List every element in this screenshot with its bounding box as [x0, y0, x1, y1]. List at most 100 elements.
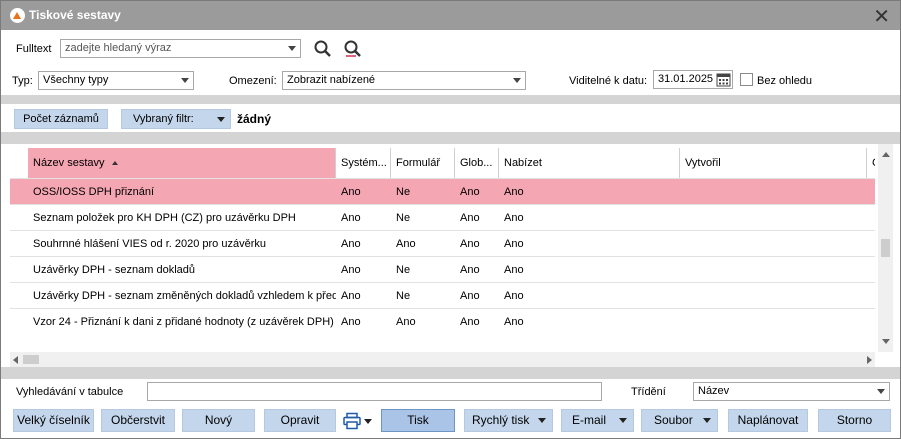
quick-print-button[interactable]: Rychlý tisk [464, 409, 553, 432]
velky-ciselnik-button[interactable]: Velký číselník [13, 409, 94, 432]
table-cell: Ano [504, 290, 524, 302]
table-cell: Ano [504, 238, 524, 250]
record-count-button[interactable]: Počet záznamů [14, 109, 108, 129]
table-cell: Ano [460, 290, 480, 302]
table-cell: Ano [460, 238, 480, 250]
cancel-button[interactable]: Storno [818, 409, 891, 432]
table-cell: Ano [460, 186, 480, 198]
report-window: Tiskové sestavy ✕ Fulltext zadejte hleda… [0, 0, 901, 439]
table-cell: Ano [504, 316, 524, 328]
printer-menu-button[interactable] [343, 411, 373, 431]
table-row[interactable]: Uzávěrky DPH - seznam dokladů Ano Ne Ano Ano [10, 256, 875, 282]
chevron-down-icon[interactable] [703, 418, 711, 423]
table-cell: Ano [460, 316, 480, 328]
table-cell: Ano [504, 212, 524, 224]
typ-value: Všechny typy [43, 74, 109, 86]
scroll-thumb[interactable] [881, 239, 890, 257]
calendar-icon[interactable] [716, 72, 731, 87]
table-cell: Ne [396, 186, 411, 198]
typ-select[interactable]: Všechny typy [38, 71, 194, 90]
table-cell: OSS/IOSS DPH přiznání [33, 186, 155, 198]
scroll-up-icon[interactable] [882, 152, 890, 157]
table-search-input[interactable] [147, 382, 602, 401]
omezeni-select[interactable]: Zobrazit nabízené [282, 71, 526, 90]
chevron-down-icon[interactable] [288, 46, 296, 51]
chevron-down-icon[interactable] [619, 418, 627, 423]
table-row[interactable]: Souhrnné hlášení VIES od r. 2020 pro uzá… [10, 230, 875, 256]
table-row[interactable]: OSS/IOSS DPH přiznání Ano Ne Ano Ano [10, 178, 875, 204]
chevron-down-icon[interactable] [877, 389, 885, 394]
column-header-nabizet[interactable]: Nabízet [499, 148, 680, 178]
table-cell: Souhrnné hlášení VIES od r. 2020 pro uzá… [33, 238, 266, 250]
table-cell: Ano [460, 264, 480, 276]
email-button[interactable]: E-mail [561, 409, 634, 432]
sort-ascending-icon [111, 161, 118, 166]
table-cell: Ano [460, 212, 480, 224]
column-header-system[interactable]: Systém... [336, 148, 391, 178]
table-cell: Ano [396, 316, 416, 328]
edit-button[interactable]: Opravit [264, 409, 336, 432]
fulltext-placeholder: zadejte hledaný výraz [65, 42, 172, 54]
scroll-left-icon[interactable] [13, 356, 18, 364]
table-row[interactable]: Seznam položek pro KH DPH (CZ) pro uzávě… [10, 204, 875, 230]
sort-select[interactable]: Název [693, 382, 890, 401]
bez-ohledu-label: Bez ohledu [757, 75, 813, 87]
scroll-right-icon[interactable] [867, 356, 872, 364]
table-cell: Ano [396, 238, 416, 250]
table-cell: Seznam položek pro KH DPH (CZ) pro uzávě… [33, 212, 296, 224]
table-cell: Ano [341, 212, 361, 224]
table-cell: Ano [504, 264, 524, 276]
table-cell: Ano [504, 186, 524, 198]
table-row[interactable]: Vzor 24 - Přiznání k dani z přidané hodn… [10, 308, 875, 334]
table-cell: Ano [341, 290, 361, 302]
table-cell: Ne [396, 212, 411, 224]
chevron-down-icon[interactable] [364, 419, 372, 424]
omezeni-value: Zobrazit nabízené [287, 74, 376, 86]
table-cell: Vzor 24 - Přiznání k dani z přidané hodn… [33, 316, 334, 328]
column-header-formular[interactable]: Formulář [391, 148, 455, 178]
table-cell: Ano [341, 238, 361, 250]
vertical-scrollbar[interactable] [878, 144, 893, 352]
table-cell: Ne [396, 290, 411, 302]
table-search-label: Vyhledávání v tabulce [16, 386, 124, 398]
app-logo-icon [10, 8, 25, 23]
horizontal-scrollbar[interactable] [10, 352, 875, 367]
table-header: Název sestavy Systém... Formulář Glob...… [10, 148, 875, 178]
separator [1, 132, 900, 144]
chevron-down-icon[interactable] [513, 78, 521, 83]
title-bar: Tiskové sestavy ✕ [1, 1, 900, 30]
column-header-c[interactable]: C [867, 148, 875, 178]
schedule-button[interactable]: Naplánovat [728, 409, 808, 432]
fulltext-input[interactable]: zadejte hledaný výraz [60, 39, 301, 58]
table-cell: Uzávěrky DPH - seznam dokladů [33, 264, 196, 276]
scroll-down-icon[interactable] [882, 339, 890, 344]
fulltext-label: Fulltext [16, 43, 52, 55]
advanced-search-icon[interactable] [343, 39, 363, 59]
column-header-vytvoril[interactable]: Vytvořil [680, 148, 867, 178]
print-button[interactable]: Tisk [381, 409, 455, 432]
scroll-thumb[interactable] [23, 355, 39, 364]
chevron-down-icon[interactable] [217, 117, 225, 122]
bez-ohledu-checkbox[interactable] [740, 73, 753, 86]
reports-table: Název sestavy Systém... Formulář Glob...… [10, 144, 875, 352]
new-button[interactable]: Nový [182, 409, 255, 432]
refresh-button[interactable]: Občerstvit [101, 409, 175, 432]
separator [1, 95, 900, 104]
table-cell: Ne [396, 264, 411, 276]
chevron-down-icon[interactable] [538, 418, 546, 423]
separator [1, 367, 900, 379]
file-button[interactable]: Soubor [641, 409, 718, 432]
close-icon[interactable]: ✕ [873, 4, 890, 29]
selected-filter-label: Vybraný filtr: [133, 113, 194, 125]
date-value: 31.01.2025 [658, 73, 714, 85]
column-header-nazev[interactable]: Název sestavy [28, 148, 336, 178]
column-header-glob[interactable]: Glob... [455, 148, 499, 178]
table-row[interactable]: Uzávěrky DPH - seznam změněných dokladů … [10, 282, 875, 308]
filter-value: žádný [237, 112, 272, 126]
chevron-down-icon[interactable] [181, 78, 189, 83]
search-icon[interactable] [313, 39, 333, 59]
date-label: Viditelné k datu: [569, 75, 648, 87]
sort-value: Název [698, 385, 730, 397]
selected-filter-button[interactable]: Vybraný filtr: [121, 109, 231, 129]
typ-label: Typ: [12, 75, 33, 87]
